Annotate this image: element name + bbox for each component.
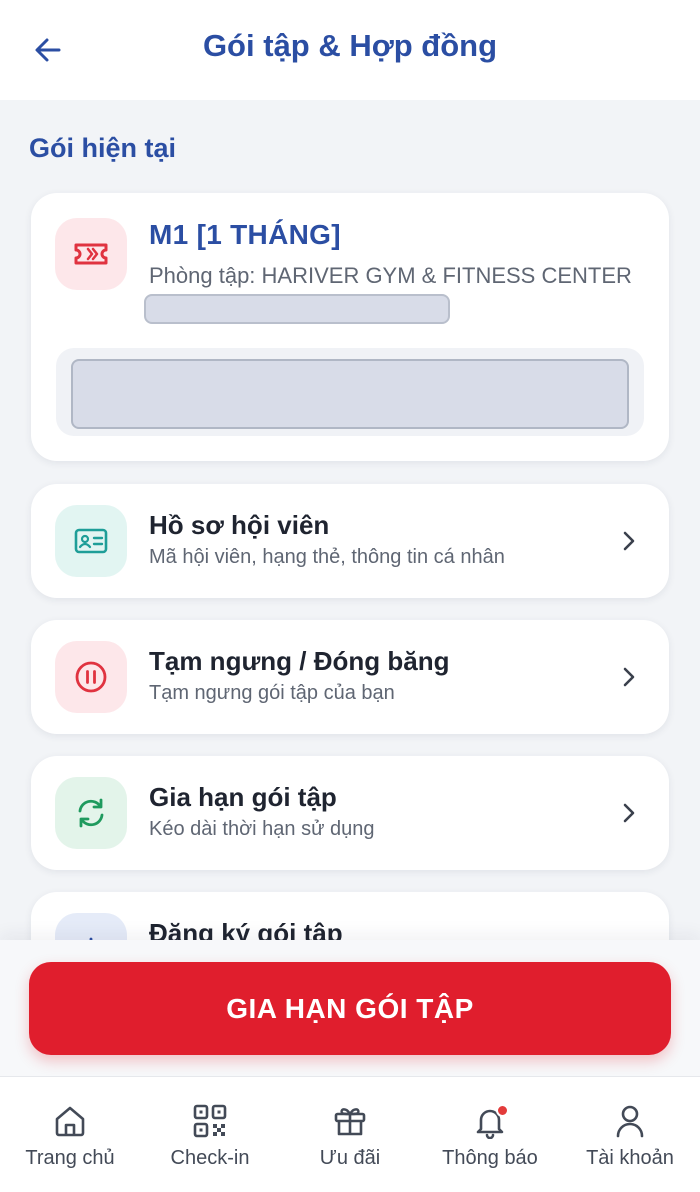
tab-label: Trang chủ <box>25 1147 115 1169</box>
qr-code-icon <box>190 1101 230 1141</box>
menu-item-subtitle: Tạm ngưng gói tập của bạn <box>149 682 395 704</box>
ticket-icon <box>74 243 108 265</box>
plan-gym-name: Phòng tập: HARIVER GYM & FITNESS CENTER <box>149 263 632 288</box>
tab-label: Ưu đãi <box>319 1147 381 1169</box>
top-bar: Gói tập & Hợp đồng <box>0 0 700 100</box>
notification-badge <box>496 1104 509 1117</box>
bell-icon <box>470 1101 510 1141</box>
home-icon <box>50 1101 90 1141</box>
user-icon <box>610 1101 650 1141</box>
bottom-tab-bar: Trang chủ Check-in Ưu đãi Thông báo Tài … <box>0 1076 700 1192</box>
chevron-right-icon <box>619 800 639 826</box>
tab-offers[interactable]: Ưu đãi <box>280 1077 420 1192</box>
plan-details-box <box>56 348 644 436</box>
redacted-field <box>144 294 450 324</box>
menu-item-freeze[interactable]: Tạm ngưng / Đóng băng Tạm ngưng gói tập … <box>31 620 669 734</box>
menu-item-title: Hồ sơ hội viên <box>149 510 330 540</box>
id-card-icon <box>74 528 108 554</box>
gift-icon <box>330 1101 370 1141</box>
renew-plan-button[interactable]: GIA HẠN GÓI TẬP <box>29 962 671 1055</box>
tab-label: Check-in <box>170 1147 250 1169</box>
tab-account[interactable]: Tài khoản <box>560 1077 700 1192</box>
menu-item-title: Tạm ngưng / Đóng băng <box>149 646 450 676</box>
tab-notifications[interactable]: Thông báo <box>420 1077 560 1192</box>
tab-label: Thông báo <box>442 1147 538 1169</box>
pause-icon <box>75 661 107 693</box>
menu-item-subtitle: Kéo dài thời hạn sử dụng <box>149 818 375 840</box>
chevron-right-icon <box>619 528 639 554</box>
tab-check-in[interactable]: Check-in <box>140 1077 280 1192</box>
refresh-icon <box>78 798 104 828</box>
menu-item-renew[interactable]: Gia hạn gói tập Kéo dài thời hạn sử dụng <box>31 756 669 870</box>
member-profile-icon-box <box>55 505 127 577</box>
renew-icon-box <box>55 777 127 849</box>
current-plan-card[interactable]: M1 [1 THÁNG] Phòng tập: HARIVER GYM & FI… <box>31 193 669 461</box>
bottom-action-area: GIA HẠN GÓI TẬP <box>0 940 700 1076</box>
tab-label: Tài khoản <box>586 1147 674 1169</box>
plan-icon-box <box>55 218 127 290</box>
page-title: Gói tập & Hợp đồng <box>202 28 498 63</box>
freeze-icon-box <box>55 641 127 713</box>
plan-name: M1 [1 THÁNG] <box>149 219 341 250</box>
tab-home[interactable]: Trang chủ <box>0 1077 140 1192</box>
menu-item-title: Gia hạn gói tập <box>149 782 337 812</box>
menu-item-subtitle: Mã hội viên, hạng thẻ, thông tin cá nhân <box>149 546 505 568</box>
chevron-right-icon <box>619 664 639 690</box>
section-title-current-plan: Gói hiện tại <box>29 133 177 163</box>
redacted-block <box>71 359 629 429</box>
menu-item-member-profile[interactable]: Hồ sơ hội viên Mã hội viên, hạng thẻ, th… <box>31 484 669 598</box>
